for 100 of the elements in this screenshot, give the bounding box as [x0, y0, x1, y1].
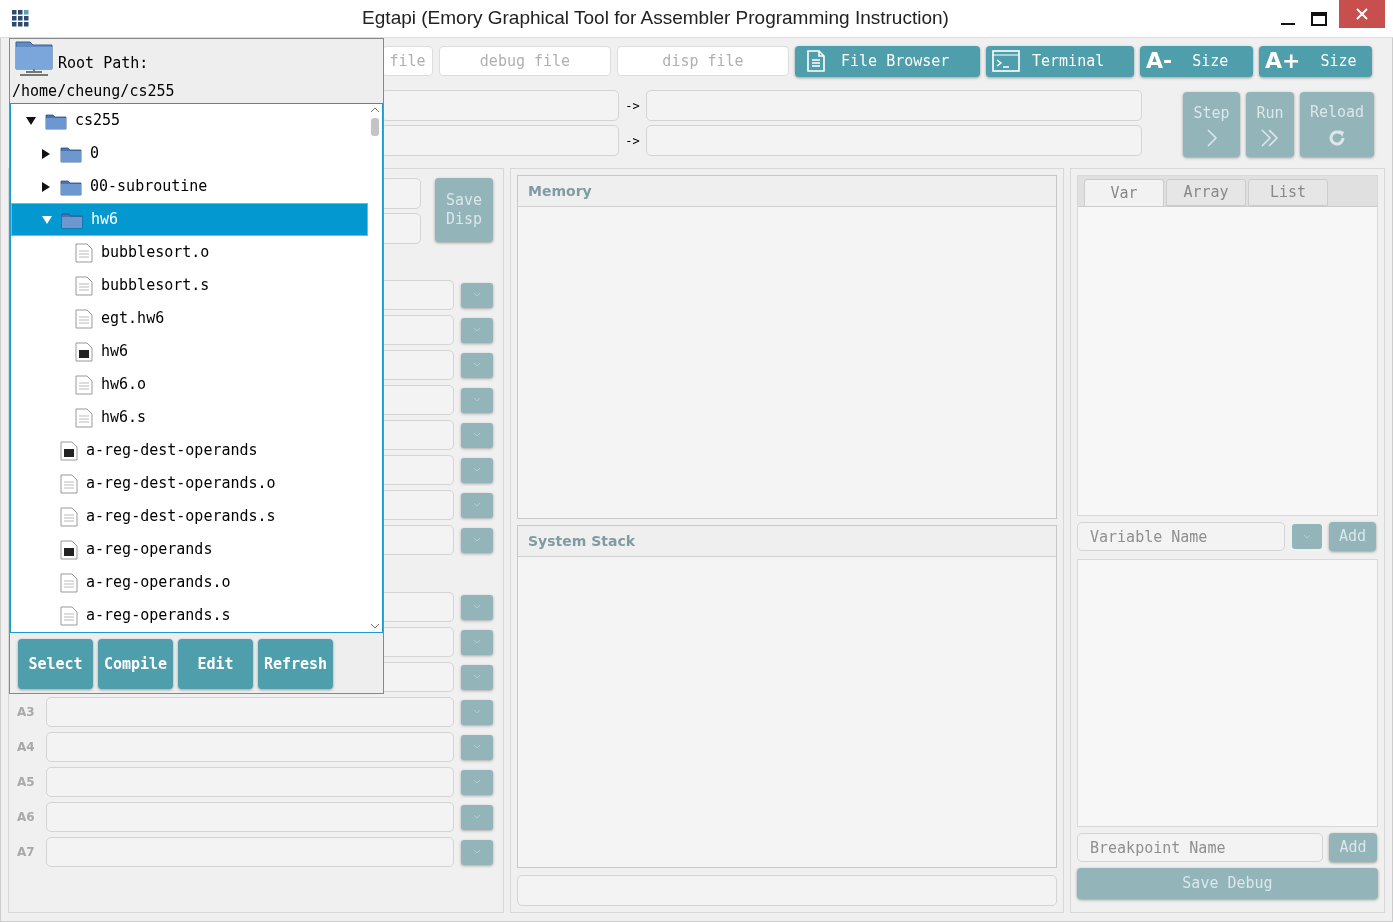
file-action-button[interactable]: Refresh — [258, 639, 333, 689]
tree-item-label: a-reg-dest-operands — [86, 440, 258, 462]
tree-item[interactable]: 0 — [11, 137, 368, 170]
register-field[interactable] — [46, 697, 454, 727]
dropdown-button[interactable] — [461, 317, 493, 343]
font-size-button[interactable]: A+ Size — [1259, 45, 1372, 77]
dropdown-button[interactable] — [461, 734, 493, 760]
window-title: Egtapi (Emory Graphical Tool for Assembler Programming Instruction) — [361, 6, 950, 31]
register-label: A7 — [17, 845, 35, 859]
folder-icon — [45, 111, 67, 130]
scroll-up-icon[interactable] — [370, 106, 380, 114]
app-grid-icon — [12, 9, 30, 28]
text-field[interactable] — [381, 125, 619, 156]
register-label: A6 — [17, 810, 35, 824]
text-field[interactable] — [646, 90, 1142, 121]
tab[interactable]: List — [1248, 179, 1328, 206]
add-button[interactable]: Add — [1329, 833, 1377, 862]
file-name-field[interactable]: file — [382, 46, 433, 76]
caret-icon — [474, 675, 480, 679]
font-size-button[interactable]: A- Size — [1140, 45, 1253, 77]
tree-item-label: a-reg-dest-operands.s — [86, 506, 276, 528]
register-label: A3 — [17, 705, 35, 719]
caret-icon — [474, 745, 480, 749]
file-action-button[interactable]: Edit — [178, 639, 253, 689]
register-field[interactable] — [46, 837, 454, 867]
dropdown-button[interactable] — [461, 839, 493, 865]
tab[interactable]: Array — [1166, 179, 1246, 206]
dropdown-button[interactable] — [461, 492, 493, 518]
tree-item[interactable]: hw6 — [11, 203, 368, 236]
register-field[interactable] — [46, 767, 454, 797]
document-icon — [807, 50, 825, 72]
scroll-down-icon[interactable] — [370, 622, 380, 630]
dropdown-button[interactable] — [461, 804, 493, 830]
dropdown-button[interactable] — [461, 769, 493, 795]
scroll-thumb[interactable] — [371, 118, 379, 136]
caret-icon — [474, 433, 480, 437]
dropdown-button[interactable] — [461, 457, 493, 483]
text-field[interactable]: Breakpoint Name — [1077, 833, 1323, 862]
dropdown-button[interactable] — [461, 352, 493, 378]
text-field[interactable] — [517, 875, 1057, 906]
file-action-button[interactable]: Compile — [98, 639, 173, 689]
tree-item[interactable]: 00-subroutine — [11, 170, 368, 203]
close-button[interactable] — [1339, 0, 1385, 28]
expanded-arrow-icon[interactable] — [26, 115, 36, 126]
root-path: /home/cheung/cs255 — [11, 80, 176, 102]
file-name-field[interactable]: disp file — [617, 46, 789, 76]
tree-item[interactable]: hw6.o — [11, 368, 368, 401]
tree-item[interactable]: hw6.s — [11, 401, 368, 434]
file-name-field[interactable]: debug file — [439, 46, 611, 76]
text-file-icon — [60, 473, 78, 494]
folder-icon — [60, 144, 82, 163]
tree-item[interactable]: bubblesort.s — [11, 269, 368, 302]
tree-item[interactable]: cs255 — [11, 104, 368, 137]
tree-item[interactable]: a-reg-operands.o — [11, 566, 368, 599]
tree-item[interactable]: bubblesort.o — [11, 236, 368, 269]
collapsed-arrow-icon[interactable] — [41, 148, 51, 159]
caret-icon — [474, 815, 480, 819]
executable-file-icon — [60, 440, 78, 461]
text-field[interactable]: Variable Name — [1077, 522, 1285, 551]
file-browser-button[interactable]: File Browser — [795, 45, 980, 77]
dropdown-button[interactable] — [461, 387, 493, 413]
tree-item[interactable]: egt.hw6 — [11, 302, 368, 335]
tree-item[interactable]: a-reg-dest-operands — [11, 434, 368, 467]
tree-item[interactable]: hw6 — [11, 335, 368, 368]
dropdown-button[interactable] — [461, 629, 493, 655]
tree-item-label: 00-subroutine — [90, 176, 208, 198]
tree-item-label: bubblesort.s — [101, 275, 210, 297]
dropdown-button[interactable] — [461, 282, 493, 308]
tree-item-label: bubblesort.o — [101, 242, 210, 264]
tree-item[interactable]: a-reg-operands.s — [11, 599, 368, 632]
text-file-icon — [75, 308, 93, 329]
tree-item-label: egt.hw6 — [101, 308, 165, 330]
double-chevron-right-icon — [1260, 128, 1280, 147]
dropdown-button[interactable] — [461, 527, 493, 553]
tree-item[interactable]: a-reg-operands — [11, 533, 368, 566]
add-button[interactable]: Add — [1329, 522, 1376, 551]
text-field[interactable] — [646, 125, 1142, 156]
file-action-button[interactable]: Select — [18, 639, 93, 689]
text-field[interactable] — [381, 90, 619, 121]
dropdown-button[interactable] — [1292, 524, 1322, 549]
tree-item-label: a-reg-operands.s — [86, 605, 231, 627]
tree-item[interactable]: a-reg-dest-operands.o — [11, 467, 368, 500]
register-label: A4 — [17, 740, 35, 754]
maximize-icon[interactable] — [1311, 11, 1327, 26]
dropdown-button[interactable] — [461, 699, 493, 725]
collapsed-arrow-icon[interactable] — [41, 181, 51, 192]
tree-item-label: hw6.s — [101, 407, 147, 429]
dropdown-button[interactable] — [461, 422, 493, 448]
text-file-icon — [75, 374, 93, 395]
dropdown-button[interactable] — [461, 594, 493, 620]
register-field[interactable] — [46, 802, 454, 832]
folder-icon — [60, 177, 82, 196]
caret-icon — [474, 503, 480, 507]
dropdown-button[interactable] — [461, 664, 493, 690]
terminal-button[interactable]: Terminal — [986, 45, 1134, 77]
tree-item-label: hw6 — [101, 341, 129, 363]
folder-icon — [61, 210, 83, 229]
tree-item[interactable]: a-reg-dest-operands.s — [11, 500, 368, 533]
register-field[interactable] — [46, 732, 454, 762]
tab[interactable]: Var — [1084, 179, 1164, 206]
